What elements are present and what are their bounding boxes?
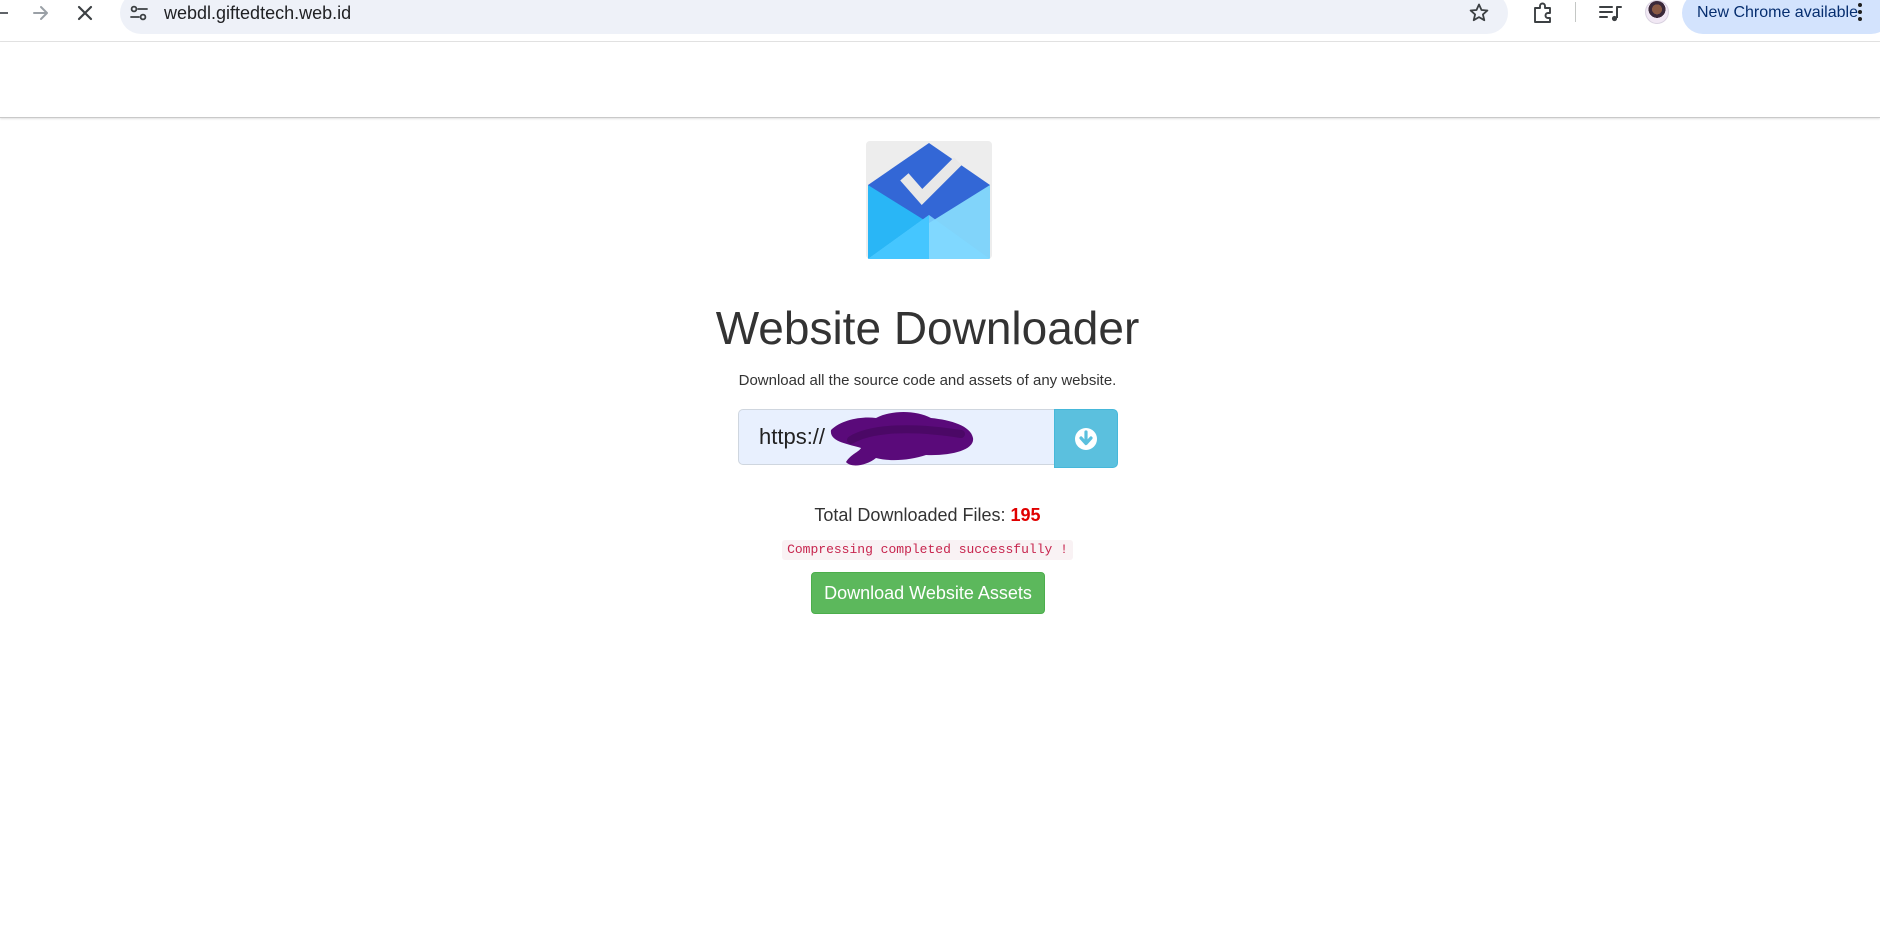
- profile-avatar[interactable]: [1645, 0, 1669, 24]
- more-vert-icon[interactable]: [1854, 1, 1866, 25]
- inbox-logo: [866, 141, 992, 259]
- close-icon: [77, 5, 93, 21]
- arrow-right-icon: [33, 6, 48, 20]
- page-subtitle: Download all the source code and assets …: [738, 372, 1117, 389]
- status-container: Compressing completed successfully !: [0, 540, 1855, 560]
- chrome-update-label[interactable]: New Chrome available: [1697, 2, 1858, 24]
- star-icon[interactable]: [1467, 1, 1491, 25]
- download-circle-icon: [1075, 427, 1097, 450]
- puzzle-icon[interactable]: [1530, 0, 1556, 26]
- envelope-check-icon: [868, 143, 990, 259]
- tune-icon[interactable]: [128, 2, 150, 24]
- status-message: Compressing completed successfully !: [782, 540, 1073, 560]
- count-label: Total Downloaded Files:: [814, 505, 1006, 525]
- arrow-left-icon: [0, 12, 8, 14]
- site-navbar: [0, 42, 1880, 118]
- downloaded-files-count: Total Downloaded Files: 195: [0, 503, 1855, 527]
- queue-music-icon[interactable]: [1597, 1, 1623, 25]
- stop-loading-button[interactable]: [72, 0, 98, 26]
- back-button[interactable]: [0, 0, 10, 26]
- download-assets-button[interactable]: Download Website Assets: [811, 572, 1045, 614]
- address-url[interactable]: webdl.giftedtech.web.id: [164, 2, 351, 24]
- count-value: 195: [1010, 505, 1041, 525]
- forward-button[interactable]: [28, 0, 54, 26]
- fetch-website-button[interactable]: [1054, 409, 1118, 468]
- browser-toolbar: webdl.giftedtech.web.id New Chrome avail…: [0, 0, 1880, 42]
- page-title: Website Downloader: [715, 302, 1140, 354]
- url-input-group: [738, 409, 1118, 468]
- toolbar-divider: [1575, 2, 1576, 22]
- url-input[interactable]: [738, 409, 1055, 465]
